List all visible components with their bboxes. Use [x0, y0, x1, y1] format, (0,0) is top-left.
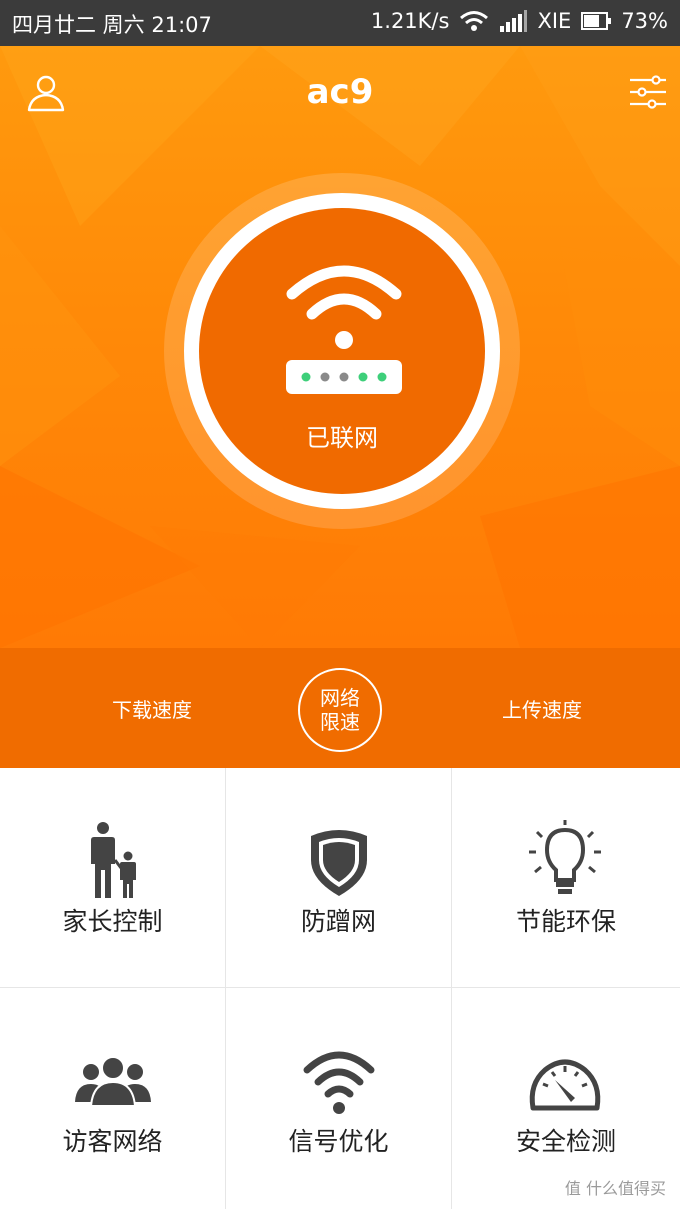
- parent-child-icon: [91, 822, 136, 898]
- connection-status-text: 已联网: [306, 424, 378, 452]
- settings-sliders-icon[interactable]: [628, 72, 668, 112]
- lightbulb-icon: [529, 820, 601, 894]
- feature-label: 防蹭网: [300, 907, 376, 936]
- router-name-title: ac9: [306, 72, 374, 112]
- battery-icon: [581, 12, 612, 30]
- feature-label: 信号优化: [288, 1127, 389, 1156]
- wifi-status-icon: [460, 11, 489, 31]
- signal-bars-icon: [500, 10, 528, 32]
- download-speed-label: 下载速度: [112, 698, 192, 722]
- wifi-signal-icon: [303, 1051, 375, 1114]
- shield-icon: [311, 830, 367, 896]
- feature-label: 访客网络: [62, 1127, 163, 1156]
- limit-label-line1: 网络: [320, 686, 360, 710]
- speed-bar: 下载速度 网络 限速 上传速度: [0, 648, 680, 768]
- status-bar: 四月廿二 周六 21:07 1.21K/s XIE 73%: [0, 0, 680, 46]
- status-net-speed: 1.21K/s: [370, 9, 450, 33]
- guests-icon: [75, 1056, 151, 1107]
- status-date-time: 四月廿二 周六 21:07: [12, 13, 212, 37]
- status-battery: 73%: [621, 9, 668, 33]
- upload-speed-label: 上传速度: [502, 698, 582, 722]
- watermark-logo: 值 什么值得买: [564, 1179, 666, 1198]
- router-status-panel: ac9 已联网: [0, 46, 680, 648]
- feature-guest-network[interactable]: 访客网络: [0, 988, 226, 1209]
- feature-anti-freeload[interactable]: 防蹭网: [226, 768, 452, 988]
- feature-grid: 家长控制 防蹭网 节能环保 访客网络 信号优化 安全检测 值 什么值得买: [0, 768, 680, 1209]
- limit-label-line2: 限速: [320, 710, 360, 734]
- feature-label: 安全检测: [515, 1127, 616, 1156]
- feature-signal-optimize[interactable]: 信号优化: [226, 988, 452, 1209]
- status-carrier: XIE: [537, 9, 572, 33]
- feature-energy-saving[interactable]: 节能环保: [452, 768, 680, 988]
- feature-parental-control[interactable]: 家长控制: [0, 768, 226, 988]
- router-wifi-icon: [286, 265, 402, 394]
- speedometer-icon: [529, 1059, 601, 1111]
- feature-label: 家长控制: [62, 907, 163, 936]
- network-limit-button[interactable]: 网络 限速: [298, 668, 382, 752]
- feature-label: 节能环保: [515, 907, 616, 936]
